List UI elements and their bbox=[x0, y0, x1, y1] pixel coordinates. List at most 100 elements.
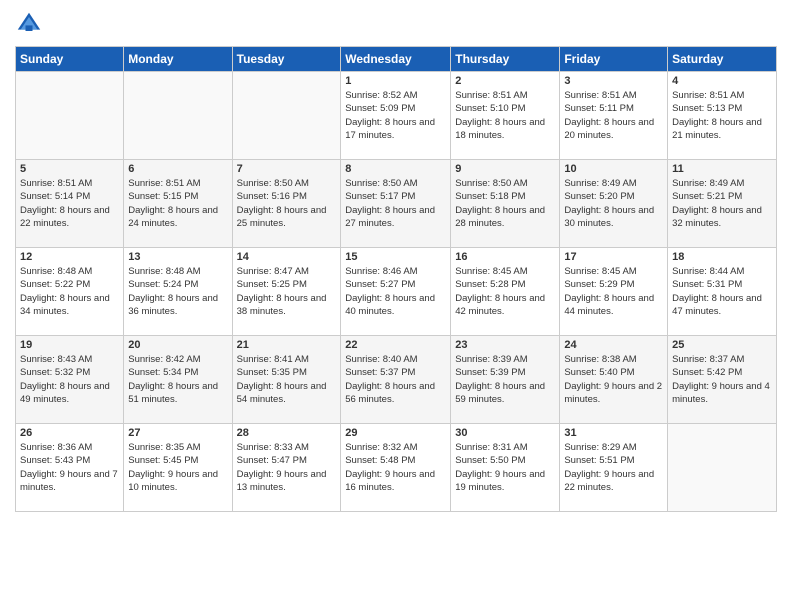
calendar-day-cell: 23 Sunrise: 8:39 AMSunset: 5:39 PMDayligh… bbox=[451, 336, 560, 424]
day-number: 8 bbox=[345, 163, 446, 175]
day-info: Sunrise: 8:44 AMSunset: 5:31 PMDaylight:… bbox=[672, 265, 772, 318]
calendar-day-cell bbox=[16, 72, 124, 160]
calendar-day-cell: 18 Sunrise: 8:44 AMSunset: 5:31 PMDayligh… bbox=[668, 248, 777, 336]
logo bbox=[15, 10, 45, 38]
day-number: 28 bbox=[237, 427, 337, 439]
calendar-header-row: SundayMondayTuesdayWednesdayThursdayFrid… bbox=[16, 47, 777, 72]
calendar-week-row: 19Sunrise: 8:43 AMSunset: 5:32 PMDayligh… bbox=[16, 336, 777, 424]
day-info: Sunrise: 8:42 AMSunset: 5:34 PMDaylight:… bbox=[128, 353, 227, 406]
weekday-header: Wednesday bbox=[341, 47, 451, 72]
day-number: 3 bbox=[564, 75, 663, 87]
day-number: 9 bbox=[455, 163, 555, 175]
day-number: 5 bbox=[20, 163, 119, 175]
day-info: Sunrise: 8:39 AMSunset: 5:39 PMDaylight:… bbox=[455, 353, 555, 406]
calendar-day-cell: 7 Sunrise: 8:50 AMSunset: 5:16 PMDaylight… bbox=[232, 160, 341, 248]
day-info: Sunrise: 8:32 AMSunset: 5:48 PMDaylight:… bbox=[345, 441, 446, 494]
day-number: 17 bbox=[564, 251, 663, 263]
calendar-day-cell bbox=[124, 72, 232, 160]
logo-icon bbox=[15, 10, 43, 38]
day-number: 1 bbox=[345, 75, 446, 87]
day-info: Sunrise: 8:51 AMSunset: 5:14 PMDaylight:… bbox=[20, 177, 119, 230]
day-info: Sunrise: 8:50 AMSunset: 5:16 PMDaylight:… bbox=[237, 177, 337, 230]
calendar-day-cell: 27 Sunrise: 8:35 AMSunset: 5:45 PMDayligh… bbox=[124, 424, 232, 512]
day-info: Sunrise: 8:49 AMSunset: 5:20 PMDaylight:… bbox=[564, 177, 663, 230]
calendar-day-cell: 4 Sunrise: 8:51 AMSunset: 5:13 PMDaylight… bbox=[668, 72, 777, 160]
day-info: Sunrise: 8:48 AMSunset: 5:22 PMDaylight:… bbox=[20, 265, 119, 318]
calendar-day-cell: 5 Sunrise: 8:51 AMSunset: 5:14 PMDaylight… bbox=[16, 160, 124, 248]
day-number: 16 bbox=[455, 251, 555, 263]
day-number: 7 bbox=[237, 163, 337, 175]
calendar-day-cell: 17 Sunrise: 8:45 AMSunset: 5:29 PMDayligh… bbox=[560, 248, 668, 336]
calendar-day-cell: 2Sunrise: 8:51 AMSunset: 5:10 PMDaylight… bbox=[451, 72, 560, 160]
day-info: Sunrise: 8:45 AMSunset: 5:29 PMDaylight:… bbox=[564, 265, 663, 318]
calendar-week-row: 1 Sunrise: 8:52 AMSunset: 5:09 PMDaylight… bbox=[16, 72, 777, 160]
day-number: 12 bbox=[20, 251, 119, 263]
page-container: SundayMondayTuesdayWednesdayThursdayFrid… bbox=[0, 0, 792, 522]
day-info: Sunrise: 8:31 AMSunset: 5:50 PMDaylight:… bbox=[455, 441, 555, 494]
day-number: 29 bbox=[345, 427, 446, 439]
weekday-header: Friday bbox=[560, 47, 668, 72]
day-number: 6 bbox=[128, 163, 227, 175]
day-info: Sunrise: 8:46 AMSunset: 5:27 PMDaylight:… bbox=[345, 265, 446, 318]
calendar-day-cell: 1 Sunrise: 8:52 AMSunset: 5:09 PMDaylight… bbox=[341, 72, 451, 160]
day-info: Sunrise: 8:52 AMSunset: 5:09 PMDaylight:… bbox=[345, 89, 446, 142]
calendar-day-cell: 15 Sunrise: 8:46 AMSunset: 5:27 PMDayligh… bbox=[341, 248, 451, 336]
calendar-table: SundayMondayTuesdayWednesdayThursdayFrid… bbox=[15, 46, 777, 512]
calendar-day-cell: 3 Sunrise: 8:51 AMSunset: 5:11 PMDaylight… bbox=[560, 72, 668, 160]
calendar-day-cell: 24 Sunrise: 8:38 AMSunset: 5:40 PMDayligh… bbox=[560, 336, 668, 424]
calendar-day-cell: 12 Sunrise: 8:48 AMSunset: 5:22 PMDayligh… bbox=[16, 248, 124, 336]
day-number: 18 bbox=[672, 251, 772, 263]
day-number: 15 bbox=[345, 251, 446, 263]
calendar-day-cell: 25Sunrise: 8:37 AMSunset: 5:42 PMDayligh… bbox=[668, 336, 777, 424]
day-number: 22 bbox=[345, 339, 446, 351]
calendar-day-cell: 29 Sunrise: 8:32 AMSunset: 5:48 PMDayligh… bbox=[341, 424, 451, 512]
calendar-day-cell: 30 Sunrise: 8:31 AMSunset: 5:50 PMDayligh… bbox=[451, 424, 560, 512]
calendar-day-cell: 19Sunrise: 8:43 AMSunset: 5:32 PMDayligh… bbox=[16, 336, 124, 424]
calendar-day-cell: 22 Sunrise: 8:40 AMSunset: 5:37 PMDayligh… bbox=[341, 336, 451, 424]
calendar-day-cell: 9 Sunrise: 8:50 AMSunset: 5:18 PMDaylight… bbox=[451, 160, 560, 248]
day-number: 13 bbox=[128, 251, 227, 263]
calendar-day-cell: 28 Sunrise: 8:33 AMSunset: 5:47 PMDayligh… bbox=[232, 424, 341, 512]
day-number: 25 bbox=[672, 339, 772, 351]
weekday-header: Sunday bbox=[16, 47, 124, 72]
day-info: Sunrise: 8:51 AMSunset: 5:13 PMDaylight:… bbox=[672, 89, 772, 142]
weekday-header: Saturday bbox=[668, 47, 777, 72]
day-number: 27 bbox=[128, 427, 227, 439]
day-info: Sunrise: 8:36 AMSunset: 5:43 PMDaylight:… bbox=[20, 441, 119, 494]
day-number: 14 bbox=[237, 251, 337, 263]
calendar-day-cell: 8Sunrise: 8:50 AMSunset: 5:17 PMDaylight… bbox=[341, 160, 451, 248]
day-info: Sunrise: 8:40 AMSunset: 5:37 PMDaylight:… bbox=[345, 353, 446, 406]
calendar-day-cell bbox=[668, 424, 777, 512]
weekday-header: Monday bbox=[124, 47, 232, 72]
calendar-day-cell: 16Sunrise: 8:45 AMSunset: 5:28 PMDayligh… bbox=[451, 248, 560, 336]
calendar-day-cell: 20 Sunrise: 8:42 AMSunset: 5:34 PMDayligh… bbox=[124, 336, 232, 424]
day-info: Sunrise: 8:48 AMSunset: 5:24 PMDaylight:… bbox=[128, 265, 227, 318]
day-number: 30 bbox=[455, 427, 555, 439]
day-info: Sunrise: 8:43 AMSunset: 5:32 PMDaylight:… bbox=[20, 353, 119, 406]
day-info: Sunrise: 8:51 AMSunset: 5:11 PMDaylight:… bbox=[564, 89, 663, 142]
day-info: Sunrise: 8:51 AMSunset: 5:15 PMDaylight:… bbox=[128, 177, 227, 230]
day-info: Sunrise: 8:33 AMSunset: 5:47 PMDaylight:… bbox=[237, 441, 337, 494]
day-number: 20 bbox=[128, 339, 227, 351]
header bbox=[15, 10, 777, 38]
day-info: Sunrise: 8:47 AMSunset: 5:25 PMDaylight:… bbox=[237, 265, 337, 318]
day-number: 23 bbox=[455, 339, 555, 351]
calendar-week-row: 5 Sunrise: 8:51 AMSunset: 5:14 PMDaylight… bbox=[16, 160, 777, 248]
calendar-day-cell: 31Sunrise: 8:29 AMSunset: 5:51 PMDayligh… bbox=[560, 424, 668, 512]
calendar-day-cell: 11Sunrise: 8:49 AMSunset: 5:21 PMDayligh… bbox=[668, 160, 777, 248]
day-number: 10 bbox=[564, 163, 663, 175]
day-number: 4 bbox=[672, 75, 772, 87]
day-number: 11 bbox=[672, 163, 772, 175]
weekday-header: Tuesday bbox=[232, 47, 341, 72]
day-info: Sunrise: 8:41 AMSunset: 5:35 PMDaylight:… bbox=[237, 353, 337, 406]
day-info: Sunrise: 8:51 AMSunset: 5:10 PMDaylight:… bbox=[455, 89, 555, 142]
calendar-week-row: 12 Sunrise: 8:48 AMSunset: 5:22 PMDayligh… bbox=[16, 248, 777, 336]
calendar-day-cell: 6 Sunrise: 8:51 AMSunset: 5:15 PMDaylight… bbox=[124, 160, 232, 248]
day-info: Sunrise: 8:38 AMSunset: 5:40 PMDaylight:… bbox=[564, 353, 663, 406]
weekday-header: Thursday bbox=[451, 47, 560, 72]
calendar-day-cell: 21Sunrise: 8:41 AMSunset: 5:35 PMDayligh… bbox=[232, 336, 341, 424]
calendar-week-row: 26Sunrise: 8:36 AMSunset: 5:43 PMDayligh… bbox=[16, 424, 777, 512]
day-info: Sunrise: 8:35 AMSunset: 5:45 PMDaylight:… bbox=[128, 441, 227, 494]
day-info: Sunrise: 8:50 AMSunset: 5:18 PMDaylight:… bbox=[455, 177, 555, 230]
day-number: 24 bbox=[564, 339, 663, 351]
